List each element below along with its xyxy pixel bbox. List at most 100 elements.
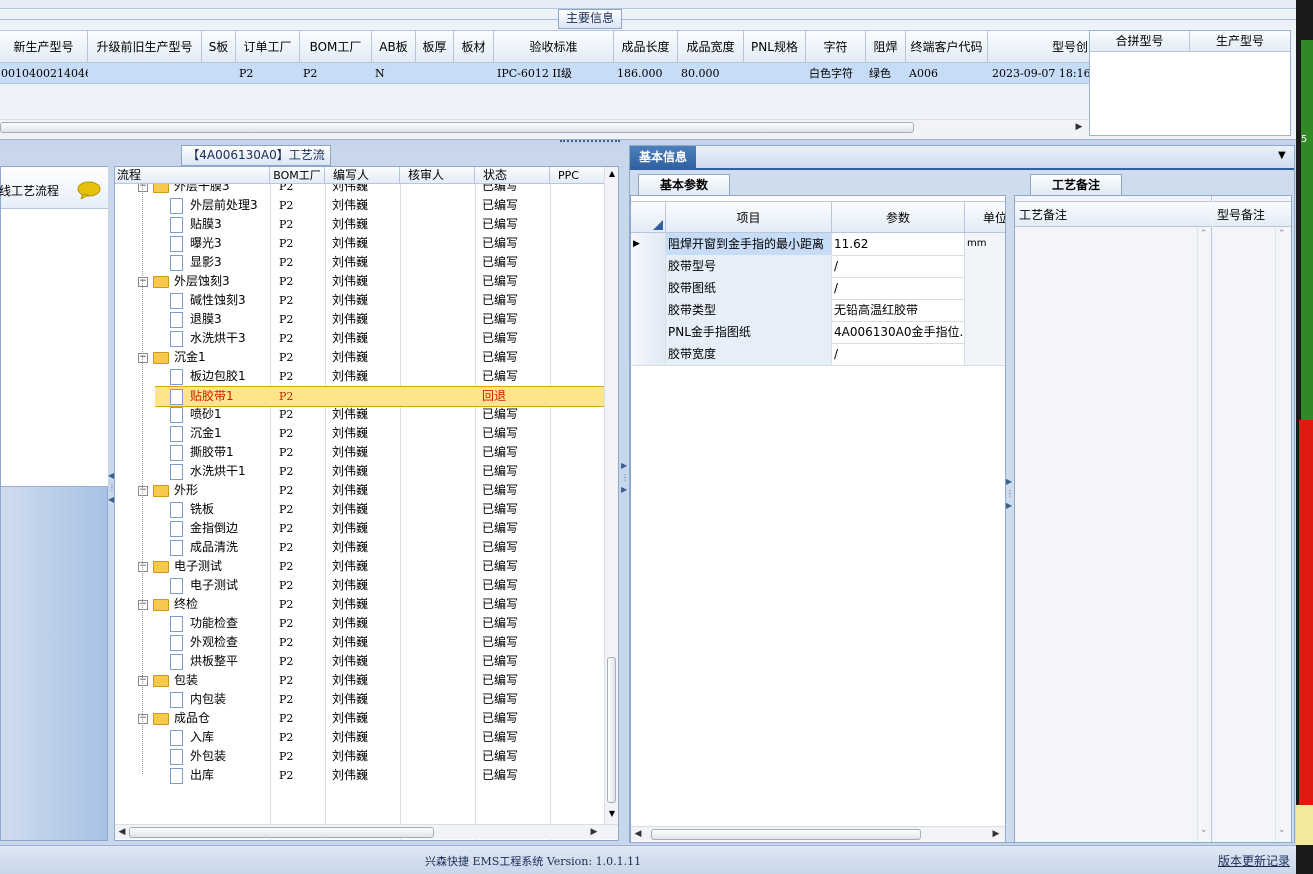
tree-row[interactable]: 内包装 P2 刘伟巍 已编写	[115, 690, 605, 709]
scroll-right-icon[interactable]: ▶	[587, 825, 601, 839]
model-notes-scrollbar[interactable]: ⌃ ⌄	[1275, 227, 1289, 841]
col-header[interactable]: BOM工厂	[270, 167, 325, 183]
col-header[interactable]: 字符	[806, 31, 866, 62]
model-notes-header[interactable]: 型号备注	[1213, 201, 1291, 227]
notes-header[interactable]: 工艺备注	[1015, 201, 1212, 227]
tree-row[interactable]: 烘板整平 P2 刘伟巍 已编写	[115, 652, 605, 671]
col-header[interactable]: 核审人	[400, 167, 475, 183]
tree-row[interactable]: − 沉金1 P2 刘伟巍 已编写	[115, 348, 605, 367]
param-value[interactable]: 4A006130A0金手指位...	[832, 321, 965, 343]
scroll-down-icon[interactable]: ▼	[605, 809, 618, 821]
collapse-icon[interactable]: −	[138, 277, 148, 287]
tree-row[interactable]: 外层前处理3 P2 刘伟巍 已编写	[115, 196, 605, 215]
tree-row[interactable]: − 外层干膜3 P2 刘伟巍 已编写	[115, 184, 605, 196]
middle-splitter-arrow-icon[interactable]: ▶ ⋮ ▶	[621, 460, 629, 540]
collapse-icon[interactable]: −	[138, 676, 148, 686]
row-selector[interactable]	[631, 299, 666, 321]
scroll-up-icon[interactable]: ⌃	[1200, 229, 1208, 239]
splitter-grip[interactable]	[560, 140, 620, 144]
scroll-right-icon[interactable]: ▶	[1072, 120, 1086, 134]
main-grid-row[interactable]: 0010400214046 P2 P2 N IPC-6012 II级 186.0…	[0, 63, 1089, 84]
row-selector[interactable]	[631, 277, 666, 299]
col-header[interactable]: 板材	[454, 31, 494, 62]
tree-row[interactable]: 显影3 P2 刘伟巍 已编写	[115, 253, 605, 272]
tree-row[interactable]: 水洗烘干1 P2 刘伟巍 已编写	[115, 462, 605, 481]
tree-row[interactable]: 退膜3 P2 刘伟巍 已编写	[115, 310, 605, 329]
scroll-down-icon[interactable]: ⌄	[1200, 825, 1208, 835]
col-header[interactable]: 成品宽度	[678, 31, 744, 62]
scroll-up-icon[interactable]: ▲	[605, 169, 618, 181]
tree-row[interactable]: 成品清洗 P2 刘伟巍 已编写	[115, 538, 605, 557]
tab-basic-info[interactable]: 基本信息	[630, 146, 696, 170]
tree-row[interactable]: 外观检查 P2 刘伟巍 已编写	[115, 633, 605, 652]
tree-row[interactable]: − 成品仓 P2 刘伟巍 已编写	[115, 709, 605, 728]
col-header[interactable]: 生产型号	[1190, 31, 1290, 51]
scrollbar-thumb[interactable]	[0, 122, 914, 133]
scrollbar-thumb[interactable]	[607, 657, 616, 803]
tree-row[interactable]: 电子测试 P2 刘伟巍 已编写	[115, 576, 605, 595]
col-header[interactable]: 新生产型号	[0, 31, 88, 62]
version-history-link[interactable]: 版本更新记录	[1218, 852, 1290, 869]
col-header[interactable]: BOM工厂	[300, 31, 372, 62]
col-header[interactable]: 阻焊	[866, 31, 906, 62]
tree-row[interactable]: − 终检 P2 刘伟巍 已编写	[115, 595, 605, 614]
collapse-icon[interactable]: −	[138, 486, 148, 496]
param-row[interactable]: 胶带类型 无铅高温红胶带	[631, 299, 1005, 322]
left-nav-item[interactable]: 线工艺流程	[0, 167, 108, 209]
tree-row[interactable]: − 电子测试 P2 刘伟巍 已编写	[115, 557, 605, 576]
col-header[interactable]: 成品长度	[614, 31, 678, 62]
tree-row[interactable]: 板边包胶1 P2 刘伟巍 已编写	[115, 367, 605, 386]
scroll-right-icon[interactable]: ▶	[989, 827, 1003, 841]
param-row[interactable]: ▶ 阻焊开窗到金手指的最小距离 11.62 mm	[631, 233, 1005, 256]
dropdown-arrow-icon[interactable]: ▼	[1278, 150, 1286, 161]
row-selector[interactable]	[631, 255, 666, 277]
param-row[interactable]: 胶带型号 /	[631, 255, 1005, 278]
col-header[interactable]: AB板	[372, 31, 416, 62]
process-tree-hscrollbar[interactable]: ◀ ▶	[115, 824, 618, 839]
tree-row[interactable]: 贴膜3 P2 刘伟巍 已编写	[115, 215, 605, 234]
scrollbar-thumb[interactable]	[129, 827, 434, 838]
tree-row[interactable]: 功能检查 P2 刘伟巍 已编写	[115, 614, 605, 633]
tree-row[interactable]: − 包装 P2 刘伟巍 已编写	[115, 671, 605, 690]
tree-row[interactable]: 贴胶带1 P2 回退	[155, 386, 605, 407]
current-row-arrow-icon[interactable]: ▶	[631, 233, 666, 255]
tree-row[interactable]: 曝光3 P2 刘伟巍 已编写	[115, 234, 605, 253]
col-header[interactable]: 终端客户代码	[906, 31, 988, 62]
tree-row[interactable]: 出库 P2 刘伟巍 已编写	[115, 766, 605, 785]
col-header[interactable]: 参数	[832, 202, 965, 232]
collapse-icon[interactable]: −	[138, 353, 148, 363]
scroll-left-icon[interactable]: ◀	[115, 825, 129, 839]
col-header[interactable]: S板	[202, 31, 236, 62]
tree-row[interactable]: 铣板 P2 刘伟巍 已编写	[115, 500, 605, 519]
col-header[interactable]: 编写人	[325, 167, 400, 183]
tree-row[interactable]: 撕胶带1 P2 刘伟巍 已编写	[115, 443, 605, 462]
col-header[interactable]: 状态	[475, 167, 550, 183]
col-header[interactable]: 板厚	[416, 31, 454, 62]
tree-row[interactable]: − 外层蚀刻3 P2 刘伟巍 已编写	[115, 272, 605, 291]
param-row[interactable]: PNL金手指图纸 4A006130A0金手指位...	[631, 321, 1005, 344]
right-splitter-arrow-icon[interactable]: ▶ ⋮ ▶	[1006, 476, 1014, 556]
scroll-left-icon[interactable]: ◀	[631, 827, 645, 841]
collapse-icon[interactable]: −	[138, 600, 148, 610]
main-grid-hscrollbar[interactable]: ▶	[0, 119, 1089, 134]
param-value[interactable]: /	[832, 255, 965, 277]
scroll-down-icon[interactable]: ⌄	[1278, 825, 1286, 835]
params-hscrollbar[interactable]: ◀ ▶	[631, 826, 1005, 841]
param-value[interactable]: /	[832, 277, 965, 299]
notes-scrollbar[interactable]: ⌃ ⌄	[1197, 227, 1211, 841]
tree-row[interactable]: 外包装 P2 刘伟巍 已编写	[115, 747, 605, 766]
scrollbar-thumb[interactable]	[651, 829, 921, 840]
tree-row[interactable]: − 外形 P2 刘伟巍 已编写	[115, 481, 605, 500]
scroll-up-icon[interactable]: ⌃	[1278, 229, 1286, 239]
col-header[interactable]: 验收标准	[494, 31, 614, 62]
row-selector[interactable]	[631, 321, 666, 343]
tree-row[interactable]: 金指倒边 P2 刘伟巍 已编写	[115, 519, 605, 538]
collapse-icon[interactable]: −	[138, 562, 148, 572]
param-value[interactable]: /	[832, 343, 965, 365]
col-header[interactable]: 合拼型号	[1090, 31, 1190, 51]
tree-row[interactable]: 喷砂1 P2 刘伟巍 已编写	[115, 405, 605, 424]
row-selector[interactable]	[631, 343, 666, 365]
col-header[interactable]: PPC	[550, 167, 605, 183]
col-header[interactable]: 型号创	[988, 31, 1089, 62]
param-row[interactable]: 胶带宽度 /	[631, 343, 1005, 366]
